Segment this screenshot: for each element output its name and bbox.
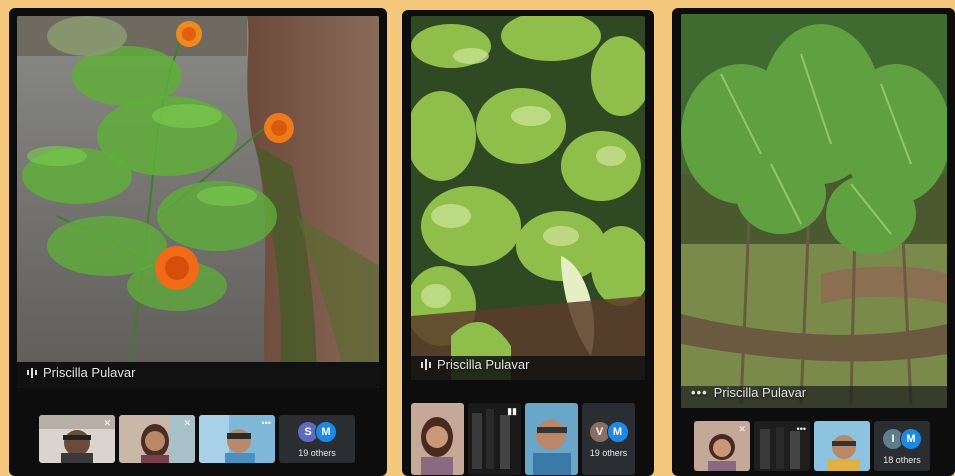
participant-tile[interactable]: ✕ — [39, 415, 115, 463]
participant-tile[interactable]: ▮▮ — [468, 403, 521, 475]
others-avatars: I M — [882, 427, 922, 450]
audio-level-icon — [421, 359, 431, 370]
others-tile[interactable]: I M 18 others — [874, 421, 930, 471]
participant-strip: ▮▮ V M 19 others — [411, 403, 635, 475]
video-frame-image — [681, 14, 947, 408]
audio-level-icon — [27, 367, 37, 378]
participant-tile[interactable]: ✕ — [694, 421, 750, 471]
meeting-screen-1: Priscilla Pulavar ✕ ✕ ••• S M 19 others — [9, 8, 387, 476]
participant-strip: ✕ ••• I M 18 others — [694, 421, 930, 471]
participant-video — [411, 403, 464, 475]
avatar: M — [900, 427, 922, 450]
participant-name-label: Priscilla Pulavar — [27, 365, 135, 380]
others-count: 19 others — [298, 447, 336, 458]
main-video-money-plant[interactable]: Priscilla Pulavar — [411, 16, 645, 380]
meeting-screen-2: Priscilla Pulavar ▮▮ V M 19 others — [402, 10, 654, 476]
participant-tile[interactable]: ✕ — [119, 415, 195, 463]
participant-name-label: ••• Priscilla Pulavar — [691, 385, 806, 400]
participant-tile[interactable]: ••• — [199, 415, 275, 463]
participant-strip: ✕ ✕ ••• S M 19 others — [39, 415, 355, 463]
video-frame-image — [17, 16, 379, 388]
main-video-dracaena[interactable]: ••• Priscilla Pulavar — [681, 14, 947, 408]
others-avatars: S M — [297, 420, 337, 443]
participant-tile[interactable] — [814, 421, 870, 471]
audio-level-icon: ▮▮ — [507, 406, 517, 416]
avatar: M — [606, 420, 629, 443]
participant-tile[interactable] — [411, 403, 464, 475]
participant-name: Priscilla Pulavar — [437, 357, 530, 372]
participant-name: Priscilla Pulavar — [713, 385, 807, 400]
participant-video — [814, 421, 870, 471]
participant-tile[interactable]: ••• — [754, 421, 810, 471]
main-video-marigold[interactable]: Priscilla Pulavar — [17, 16, 379, 388]
video-frame-image — [411, 16, 645, 380]
mic-off-icon: ✕ — [183, 418, 191, 428]
meeting-screen-3: ••• Priscilla Pulavar ✕ ••• I M 18 other… — [672, 8, 955, 476]
others-avatars: V M — [588, 420, 629, 443]
others-count: 19 others — [589, 447, 628, 458]
avatar: M — [315, 420, 337, 443]
participant-video — [525, 403, 578, 475]
more-options-icon[interactable]: ••• — [691, 385, 708, 400]
mic-off-icon: ✕ — [103, 418, 111, 428]
mic-off-icon: ✕ — [738, 424, 746, 434]
others-tile[interactable]: S M 19 others — [279, 415, 355, 463]
participant-tile[interactable] — [525, 403, 578, 475]
more-options-icon[interactable]: ••• — [262, 418, 271, 428]
others-count: 18 others — [883, 454, 921, 465]
participant-name: Priscilla Pulavar — [43, 365, 136, 380]
more-options-icon[interactable]: ••• — [797, 424, 806, 434]
others-tile[interactable]: V M 19 others — [582, 403, 635, 475]
participant-name-label: Priscilla Pulavar — [421, 357, 529, 372]
